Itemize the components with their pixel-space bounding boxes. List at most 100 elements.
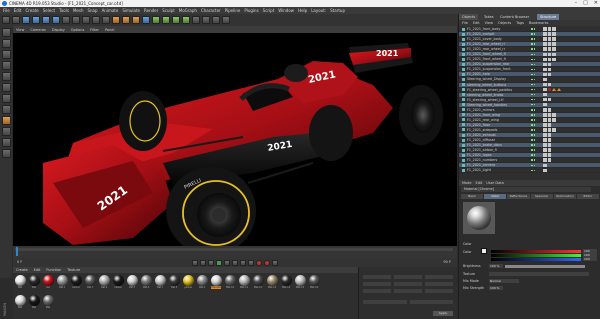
light-icon[interactable] xyxy=(222,16,230,24)
material-tag-icon[interactable] xyxy=(547,62,551,67)
material-tag-icon[interactable] xyxy=(543,118,547,122)
object-name[interactable]: F1_2021_airbox_fl xyxy=(467,148,531,152)
material-tag-icon[interactable] xyxy=(543,133,547,137)
next-frame-icon[interactable] xyxy=(224,259,230,266)
visibility-dots[interactable] xyxy=(531,154,539,156)
visibility-dots[interactable] xyxy=(531,93,539,96)
material-swatch[interactable]: Mat.14 xyxy=(280,275,292,289)
workplane-icon[interactable] xyxy=(1,61,11,70)
material-tag-icon[interactable] xyxy=(547,143,551,147)
object-name[interactable]: F1_2021_floor xyxy=(467,123,531,127)
viewport-menu-filter[interactable]: Filter xyxy=(90,28,99,32)
channel-tab-editor[interactable]: Editor xyxy=(576,194,600,199)
material-tag-icon[interactable] xyxy=(547,133,551,137)
material-swatch[interactable]: Mat.7 xyxy=(154,275,166,289)
mix-mode-select[interactable]: Normal xyxy=(489,279,519,283)
rot-h-field[interactable] xyxy=(425,275,453,279)
visibility-dots[interactable] xyxy=(531,119,539,121)
material-swatch[interactable]: Mat.3 xyxy=(84,275,96,289)
move-icon[interactable] xyxy=(32,16,40,24)
material-tag-icon[interactable] xyxy=(552,113,556,117)
object-menu-view[interactable]: View xyxy=(485,21,493,25)
scale-icon[interactable] xyxy=(42,16,50,24)
material-tag-icon[interactable] xyxy=(543,113,547,117)
object-name[interactable]: F1_2021_sidepods xyxy=(467,128,531,132)
cube-icon[interactable] xyxy=(142,16,150,24)
material-tag-icon[interactable] xyxy=(543,153,547,157)
viewport-menu-cameras[interactable]: Cameras xyxy=(30,28,46,32)
material-tag-icon[interactable] xyxy=(547,42,551,46)
object-name[interactable]: steering_wheel_buttons xyxy=(467,83,531,87)
menu-mograph[interactable]: MoGraph xyxy=(179,8,197,13)
visibility-dots[interactable] xyxy=(531,149,539,151)
material-preview[interactable] xyxy=(463,202,495,234)
material-swatch[interactable]: Mat.16 xyxy=(308,275,320,289)
material-swatch[interactable]: Mat.9 xyxy=(196,275,208,289)
material-tag-icon[interactable] xyxy=(543,27,547,31)
material-swatch[interactable]: Mat.15 xyxy=(294,275,306,289)
visibility-dots[interactable] xyxy=(531,63,539,66)
size-z-field[interactable] xyxy=(394,289,422,293)
object-name[interactable]: F1_2021_cover_body xyxy=(467,37,531,41)
warning-tag-icon[interactable] xyxy=(552,87,556,91)
material-tag-icon[interactable] xyxy=(547,52,551,56)
blue-value-field[interactable]: 100 xyxy=(583,257,597,261)
menu-simulate[interactable]: Simulate xyxy=(122,8,140,13)
visibility-dots[interactable] xyxy=(531,48,539,50)
autokey-icon[interactable] xyxy=(264,259,270,266)
rotate-icon[interactable] xyxy=(52,16,60,24)
visibility-dots[interactable] xyxy=(531,88,539,91)
material-swatch[interactable]: Mat.10 xyxy=(224,275,236,289)
material-tag-icon[interactable] xyxy=(552,52,556,56)
blue-slider[interactable] xyxy=(491,258,581,261)
y-axis-icon[interactable] xyxy=(82,16,90,24)
material-swatch[interactable]: Mat.12 xyxy=(252,275,264,289)
camera-icon[interactable] xyxy=(212,16,220,24)
material-swatch[interactable]: Mat.5 xyxy=(126,275,138,289)
material-tag-icon[interactable] xyxy=(547,82,551,87)
material-swatch[interactable]: Chrome xyxy=(210,275,222,289)
object-name[interactable]: steering_wheel_knobs xyxy=(467,93,531,97)
visibility-dots[interactable] xyxy=(531,134,539,136)
material-tag-icon[interactable] xyxy=(547,37,551,41)
attribute-menu-user-data[interactable]: User Data xyxy=(486,181,503,185)
material-tag-icon[interactable] xyxy=(543,138,547,142)
brightness-slider[interactable] xyxy=(505,265,585,268)
pen-icon[interactable] xyxy=(152,16,160,24)
attribute-menu-edit[interactable]: Edit xyxy=(476,181,483,185)
object-name[interactable]: F1_2021_rear_wheel_rl xyxy=(467,42,531,46)
object-name[interactable]: F1_2021_logos xyxy=(467,153,531,157)
next-key-icon[interactable] xyxy=(232,259,238,266)
visibility-dots[interactable] xyxy=(531,129,539,131)
object-name[interactable]: F1_2021_front_wheel_fl xyxy=(467,52,531,56)
visibility-dots[interactable] xyxy=(531,124,539,126)
material-tag-icon[interactable] xyxy=(543,47,547,51)
record-icon[interactable] xyxy=(256,259,262,266)
visibility-dots[interactable] xyxy=(531,103,539,106)
material-tag-icon[interactable] xyxy=(547,72,551,77)
object-menu-bookmarks[interactable]: Bookmarks xyxy=(529,21,549,25)
x-axis-icon[interactable] xyxy=(72,16,80,24)
material-swatch[interactable]: Mat xyxy=(14,295,26,309)
material-tag-icon[interactable] xyxy=(552,42,556,46)
polygons-mode-icon[interactable] xyxy=(1,94,11,103)
perspective-viewport[interactable]: 2021 2021 2021 2021 PIRELLI xyxy=(13,33,457,246)
object-name[interactable]: F1_2021_rear_wheel_rr xyxy=(467,47,531,51)
material-tag-icon[interactable] xyxy=(543,108,547,112)
visibility-dots[interactable] xyxy=(531,164,539,167)
object-name[interactable]: F1_2021_exhaust xyxy=(467,133,531,137)
menu-script[interactable]: Script xyxy=(263,8,275,13)
material-tag-icon[interactable] xyxy=(547,67,551,72)
viewport-menu-display[interactable]: Display xyxy=(52,28,65,32)
color-swatch[interactable] xyxy=(481,248,487,254)
material-tag-icon[interactable] xyxy=(547,148,551,152)
visibility-dots[interactable] xyxy=(531,98,539,101)
coordinate-system-icon[interactable] xyxy=(102,16,110,24)
object-name[interactable]: F1_2021_suspension_front xyxy=(467,67,531,71)
material-tag-icon[interactable] xyxy=(552,128,556,132)
material-swatch[interactable]: rubber xyxy=(112,275,124,289)
planar-workplane-icon[interactable] xyxy=(1,149,11,158)
visibility-dots[interactable] xyxy=(531,78,539,81)
menu-startup[interactable]: Startup xyxy=(330,8,345,13)
render-view-icon[interactable] xyxy=(112,16,120,24)
